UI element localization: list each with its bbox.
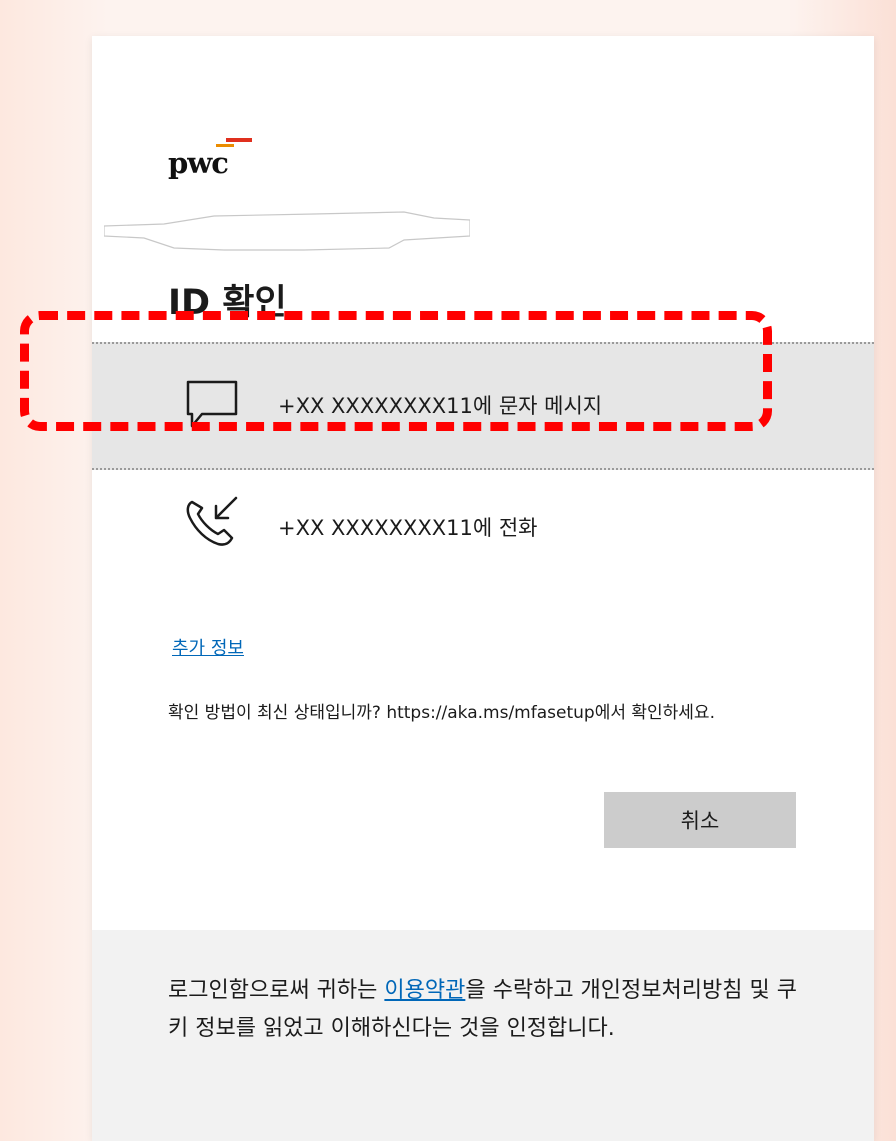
option-phone-call[interactable]: +XX XXXXXXXX11에 전화	[92, 472, 874, 580]
chat-bubble-icon	[186, 380, 238, 428]
terms-of-use-link[interactable]: 이용약관	[384, 978, 465, 1003]
logo-accent-red	[226, 138, 252, 142]
option-label: +XX XXXXXXXX11에 문자 메시지	[278, 394, 603, 418]
terms-text: 로그인함으로써 귀하는 이용약관을 수락하고 개인정보처리방침 및 쿠키 정보를…	[168, 972, 808, 1048]
terms-footer: 로그인함으로써 귀하는 이용약관을 수락하고 개인정보처리방침 및 쿠키 정보를…	[92, 930, 874, 1141]
more-info-link[interactable]: 추가 정보	[172, 634, 244, 660]
page-title: ID 확인	[168, 283, 287, 323]
logo-wordmark: pwc	[168, 146, 229, 180]
verify-method-note: 확인 방법이 최신 상태입니까? https://aka.ms/mfasetup…	[168, 703, 715, 723]
phone-incoming-icon	[186, 496, 238, 546]
redacted-account-field	[104, 211, 470, 251]
option-label: +XX XXXXXXXX11에 전화	[278, 516, 538, 540]
signin-card: pwc ID 확인 +XX XXXXXXXX11에 문자 메시지 +XX XXX…	[92, 36, 874, 1141]
cancel-button[interactable]: 취소	[604, 792, 796, 848]
pwc-logo: pwc	[168, 128, 278, 188]
terms-prefix: 로그인함으로써 귀하는	[168, 978, 385, 1003]
option-text-message[interactable]: +XX XXXXXXXX11에 문자 메시지	[92, 342, 874, 470]
